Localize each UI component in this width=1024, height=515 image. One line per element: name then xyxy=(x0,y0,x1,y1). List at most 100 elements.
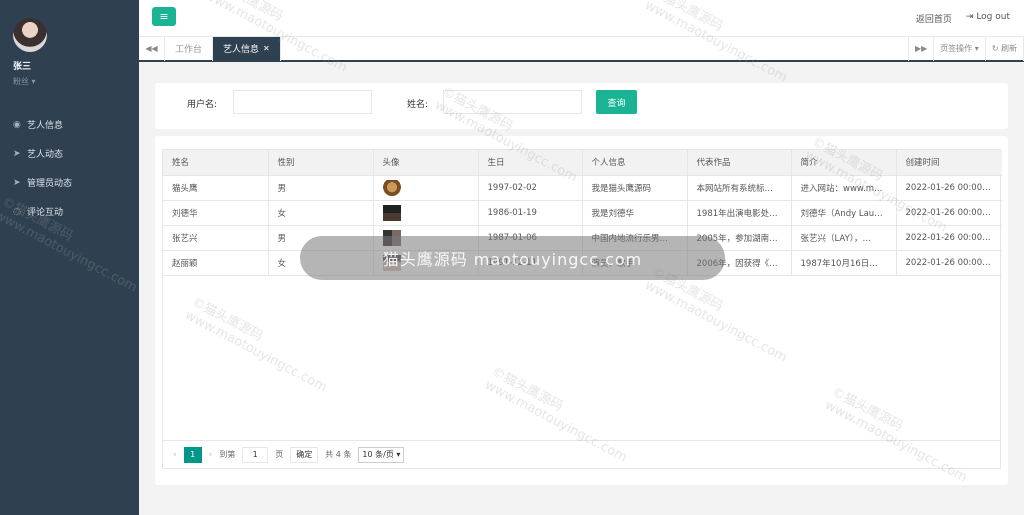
column-header[interactable]: 创建时间 xyxy=(896,150,1002,176)
double-chevron-right-icon: ▶▶ xyxy=(915,44,928,53)
top-right-links: 返回首页 ⇥ Log out xyxy=(916,12,1010,25)
cell-avatar xyxy=(373,225,479,251)
cell-info: 我是猫头鹰源码 xyxy=(582,175,688,201)
sidebar-item-comments[interactable]: ◌ 评论互动 xyxy=(0,197,139,226)
tab-bar: ◀◀ 工作台 艺人信息 ✕ ▶▶ 页签操作 ▾ ↻ 刷新 xyxy=(139,36,1024,62)
cell-created: 2022-01-26 00:00:00 xyxy=(896,225,1002,251)
cell-gender: 女 xyxy=(268,200,374,226)
cell-intro: 张艺兴（LAY），… xyxy=(791,225,897,251)
column-header[interactable]: 代表作品 xyxy=(687,150,792,176)
sidebar-item-label: 艺人信息 xyxy=(27,121,64,131)
cell-works: 2006年，因获得《… xyxy=(687,250,792,276)
name-input[interactable] xyxy=(443,90,582,114)
refresh-button[interactable]: ↻ 刷新 xyxy=(986,36,1024,61)
search-panel: 用户名: 姓名: 查询 xyxy=(155,83,1008,129)
sidebar-item-label: 评论互动 xyxy=(27,208,64,218)
cell-works: 1981年出演电影处… xyxy=(687,200,792,226)
cell-gender: 女 xyxy=(268,250,374,276)
search-button[interactable]: 查询 xyxy=(596,90,637,114)
tab-scroll-left-button[interactable]: ◀◀ xyxy=(139,36,165,61)
goto-label: 到第 xyxy=(219,450,236,459)
sidebar-item-admin-news[interactable]: ➤ 管理员动态 xyxy=(0,168,139,197)
sidebar-menu: ◉ 艺人信息 ➤ 艺人动态 ➤ 管理员动态 ◌ 评论互动 xyxy=(0,110,139,226)
person-icon: ◉ xyxy=(13,119,21,130)
user-name[interactable]: 张三 xyxy=(13,59,31,72)
cell-birthday: 1987-01-06 xyxy=(478,225,583,251)
cell-intro: 刘德华（Andy Lau… xyxy=(791,200,897,226)
username-label: 用户名: xyxy=(187,100,218,110)
cell-works: 2005年，参加湖南… xyxy=(687,225,792,251)
tab-artist-info[interactable]: 艺人信息 ✕ xyxy=(213,36,281,61)
goto-confirm-button[interactable]: 确定 xyxy=(290,446,319,463)
double-chevron-left-icon: ◀◀ xyxy=(145,44,158,53)
column-header[interactable]: 个人信息 xyxy=(582,150,688,176)
tab-bar-right: ▶▶ 页签操作 ▾ ↻ 刷新 xyxy=(908,36,1024,61)
column-header[interactable]: 头像 xyxy=(373,150,479,176)
goto-page-input[interactable]: 1 xyxy=(242,446,269,463)
logout-icon: ⇥ xyxy=(965,12,974,22)
page-unit-label: 页 xyxy=(275,450,284,459)
cell-info: 我是刘德华 xyxy=(582,200,688,226)
cell-birthday: 1991-12-11 xyxy=(478,250,583,276)
column-header[interactable]: 性别 xyxy=(268,150,374,176)
page-size-select[interactable]: 10 条/页 ▾ xyxy=(358,446,405,463)
cell-info: 中国内地流行乐男… xyxy=(582,225,688,251)
table-row[interactable]: 猫头鹰 男 1997-02-02 我是猫头鹰源码 本网站所有系统标… 进入网站：… xyxy=(163,175,1002,201)
table-row[interactable]: 赵丽颖 女 1991-12-11 演员、歌手 2006年，因获得《… 1987年… xyxy=(163,250,1002,276)
tab-dashboard[interactable]: 工作台 xyxy=(165,36,214,61)
name-label: 姓名: xyxy=(407,100,429,110)
pagination: ‹ 1 › 到第 1 页 确定 共 4 条 10 条/页 ▾ xyxy=(163,440,1000,468)
data-table: 姓名 性别 头像 生日 个人信息 代表作品 简介 创建时间 猫头鹰 男 1997… xyxy=(162,149,1002,469)
cell-intro: 进入网站：www.m… xyxy=(791,175,897,201)
next-page-button[interactable]: › xyxy=(209,450,213,460)
avatar-thumbnail[interactable] xyxy=(382,229,401,246)
sidebar-item-label: 管理员动态 xyxy=(27,179,73,189)
home-link[interactable]: 返回首页 xyxy=(916,12,952,25)
column-header[interactable]: 生日 xyxy=(478,150,583,176)
send-icon: ➤ xyxy=(13,148,21,159)
cell-created: 2022-01-26 00:00:00 xyxy=(896,175,1002,201)
avatar-thumbnail[interactable] xyxy=(382,179,401,196)
cell-name: 刘德华 xyxy=(163,200,269,226)
cell-works: 本网站所有系统标… xyxy=(687,175,792,201)
sidebar-item-artist-news[interactable]: ➤ 艺人动态 xyxy=(0,139,139,168)
table-header-row: 姓名 性别 头像 生日 个人信息 代表作品 简介 创建时间 xyxy=(163,150,1002,176)
user-role-dropdown[interactable]: 粉丝 ▾ xyxy=(13,76,36,87)
avatar-thumbnail[interactable] xyxy=(382,254,401,271)
table-row[interactable]: 刘德华 女 1986-01-19 我是刘德华 1981年出演电影处… 刘德华（A… xyxy=(163,200,1002,226)
cell-avatar xyxy=(373,175,479,201)
logout-label: Log out xyxy=(976,12,1010,22)
send-icon: ➤ xyxy=(13,177,21,188)
sidebar-item-artist-info[interactable]: ◉ 艺人信息 xyxy=(0,110,139,139)
logout-link[interactable]: ⇥ Log out xyxy=(966,12,1010,25)
cell-name: 猫头鹰 xyxy=(163,175,269,201)
cell-created: 2022-01-26 00:00:00 xyxy=(896,200,1002,226)
table-row[interactable]: 张艺兴 男 1987-01-06 中国内地流行乐男… 2005年，参加湖南… 张… xyxy=(163,225,1002,251)
column-header[interactable]: 简介 xyxy=(791,150,897,176)
table-panel: 姓名 性别 头像 生日 个人信息 代表作品 简介 创建时间 猫头鹰 男 1997… xyxy=(155,136,1008,485)
avatar-thumbnail[interactable] xyxy=(382,204,401,221)
cell-name: 张艺兴 xyxy=(163,225,269,251)
cell-gender: 男 xyxy=(268,225,374,251)
cell-info: 演员、歌手 xyxy=(582,250,688,276)
sidebar-item-label: 艺人动态 xyxy=(27,150,64,160)
cell-intro: 1987年10月16日… xyxy=(791,250,897,276)
prev-page-button[interactable]: ‹ xyxy=(173,450,177,460)
close-icon[interactable]: ✕ xyxy=(263,44,270,53)
cell-gender: 男 xyxy=(268,175,374,201)
tab-label: 艺人信息 xyxy=(223,45,260,55)
username-input[interactable] xyxy=(233,90,372,114)
cell-created: 2022-01-26 00:00:00 xyxy=(896,250,1002,276)
column-header[interactable]: 姓名 xyxy=(163,150,269,176)
avatar[interactable] xyxy=(13,18,47,52)
cell-name: 赵丽颖 xyxy=(163,250,269,276)
comment-icon: ◌ xyxy=(13,206,21,217)
cell-birthday: 1997-02-02 xyxy=(478,175,583,201)
tab-scroll-right-button[interactable]: ▶▶ xyxy=(908,36,935,61)
cell-birthday: 1986-01-19 xyxy=(478,200,583,226)
menu-toggle-button[interactable]: ≡ xyxy=(152,7,176,26)
page-number-active[interactable]: 1 xyxy=(183,446,202,463)
total-count: 共 4 条 xyxy=(325,450,352,459)
tab-operations-dropdown[interactable]: 页签操作 ▾ xyxy=(934,36,986,61)
cell-avatar xyxy=(373,250,479,276)
